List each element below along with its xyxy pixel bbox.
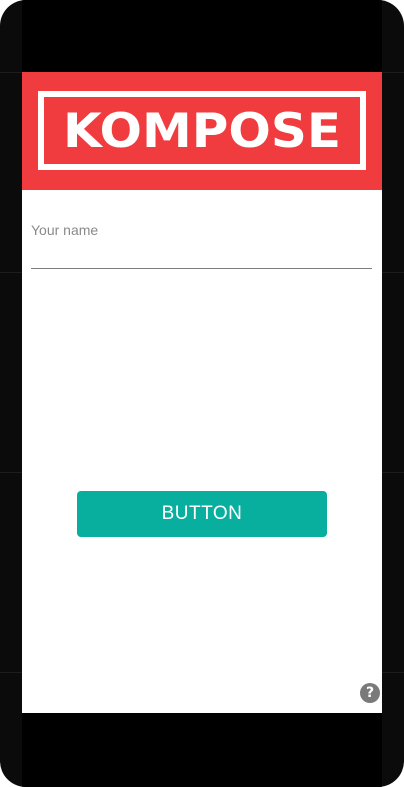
header-banner: KOMPOSE xyxy=(22,72,382,190)
name-input[interactable] xyxy=(31,212,372,268)
logo-text: KOMPOSE xyxy=(62,102,342,159)
device-frame: KOMPOSE Your name BUTTON ? xyxy=(0,0,404,787)
main-button[interactable]: BUTTON xyxy=(77,491,327,537)
name-underline xyxy=(31,268,372,269)
name-field[interactable]: Your name xyxy=(31,212,372,270)
help-icon[interactable]: ? xyxy=(360,683,380,703)
kompose-logo: KOMPOSE xyxy=(38,91,366,170)
app-content: KOMPOSE Your name BUTTON ? xyxy=(22,72,382,713)
device-screen: KOMPOSE Your name BUTTON ? xyxy=(22,0,382,787)
